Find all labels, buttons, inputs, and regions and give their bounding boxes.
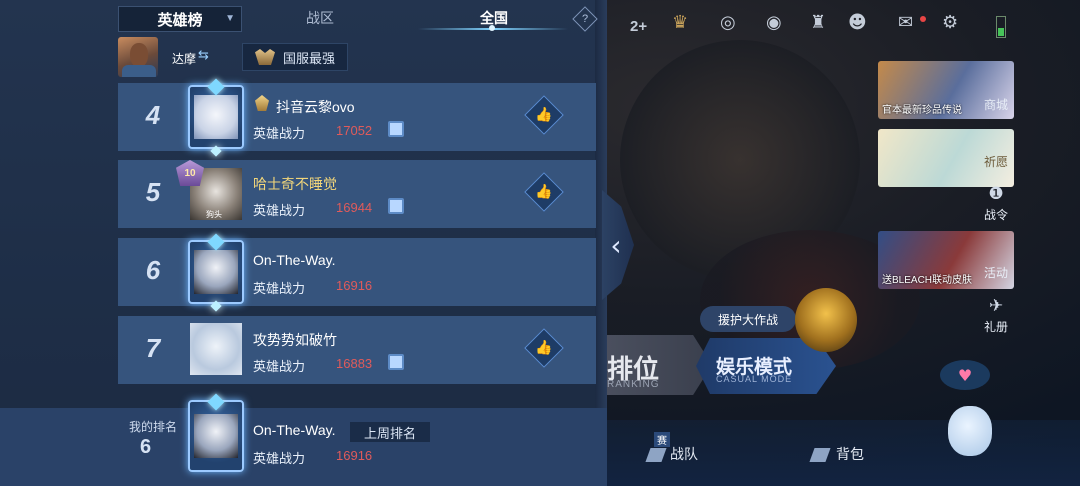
- thumbs-up-icon: 👍: [535, 340, 553, 356]
- shop-label[interactable]: 商城: [976, 96, 1016, 113]
- scope-label: 英雄榜: [157, 11, 203, 29]
- bag-button[interactable]: 背包: [809, 444, 864, 464]
- thumbs-up-icon: 👍: [535, 184, 553, 200]
- notification-count[interactable]: 2+: [630, 18, 647, 35]
- mail-icon[interactable]: ✉: [898, 12, 913, 33]
- gift-book-icon[interactable]: ✈: [984, 296, 1008, 320]
- level-badge-icon: [255, 95, 269, 111]
- power-label: 英雄战力: [253, 203, 306, 218]
- my-rank-number: 6: [140, 436, 152, 458]
- hero-avatar[interactable]: [118, 37, 158, 77]
- power-value: 16883: [336, 356, 373, 371]
- player-avatar[interactable]: [188, 233, 244, 312]
- power-label: 英雄战力: [253, 126, 306, 141]
- record-book-icon[interactable]: [388, 354, 404, 370]
- gear-icon[interactable]: ⚙: [942, 12, 958, 33]
- thumbs-up-icon: 👍: [535, 107, 553, 123]
- leaderboard-row[interactable]: 7 攻势势如破竹 英雄战力 16883 👍: [118, 316, 596, 384]
- leaderboard-tabs: 英雄榜 ▼ 战区 全国 ?: [118, 0, 606, 34]
- trophy-icon[interactable]: ♜: [810, 12, 826, 33]
- record-book-icon[interactable]: [388, 121, 404, 137]
- battery-icon: [996, 16, 1006, 38]
- team-button[interactable]: 战队: [645, 444, 698, 464]
- crown-emblem-icon: [255, 49, 275, 65]
- rank-number: 5: [145, 177, 161, 207]
- eye-icon[interactable]: ◉: [766, 12, 782, 33]
- leaderboard-row[interactable]: 5 狗头 10 哈士奇不睡觉 英雄战力 16944 👍: [118, 160, 596, 228]
- my-rank-bar: 我的排名 6 On-The-Way. 上周排名 英雄战力 16916: [0, 393, 607, 486]
- my-player-name: On-The-Way.: [253, 422, 336, 438]
- chevron-down-icon: ▼: [225, 13, 235, 24]
- player-name: 攻势势如破竹: [253, 332, 337, 348]
- avatar-caption: 狗头: [206, 210, 222, 219]
- last-week-rank-button[interactable]: 上周排名: [350, 422, 430, 442]
- rank-number: 7: [145, 333, 161, 363]
- wish-label[interactable]: 祈愿: [976, 153, 1016, 170]
- like-button[interactable]: 👍: [524, 95, 564, 135]
- power-label: 英雄战力: [253, 281, 306, 296]
- target-icon[interactable]: ◎: [720, 12, 736, 33]
- crown-icon[interactable]: ♛: [672, 12, 688, 33]
- battle-pass-label[interactable]: 战令: [976, 206, 1016, 223]
- team-label: 战队: [670, 446, 698, 462]
- mascot-avatar[interactable]: ♥: [940, 360, 1000, 462]
- bag-label: 背包: [836, 446, 864, 462]
- my-avatar[interactable]: [188, 393, 244, 472]
- like-button[interactable]: 👍: [524, 328, 564, 368]
- server-rank-label: 国服最强: [283, 50, 336, 66]
- swap-hero-icon[interactable]: ⇆: [198, 48, 209, 63]
- hero-name: 达摩: [172, 52, 197, 66]
- bag-icon: [809, 448, 831, 463]
- tab-zone[interactable]: 战区: [306, 8, 334, 28]
- heart-icon: ♥: [940, 360, 990, 390]
- ranked-mode-en: RANKING: [607, 379, 660, 390]
- mail-notification-dot: [920, 16, 926, 22]
- ranked-mode-button[interactable]: 排位 RANKING: [607, 335, 712, 395]
- player-avatar[interactable]: [188, 78, 244, 157]
- activity-caption: 送BLEACH联动皮肤: [882, 275, 973, 286]
- my-power-label: 英雄战力: [253, 451, 306, 466]
- event-tag[interactable]: 援护大作战: [700, 306, 796, 332]
- player-name: 哈士奇不睡觉: [253, 176, 337, 192]
- active-tab-dot: [489, 25, 495, 31]
- power-label: 英雄战力: [253, 359, 306, 374]
- leaderboard-row[interactable]: 6 On-The-Way. 英雄战力 16916: [118, 233, 596, 312]
- shop-caption: 官本最新珍品传说: [882, 105, 962, 116]
- gift-book-label[interactable]: 礼册: [976, 318, 1016, 335]
- power-value: 16916: [336, 278, 373, 293]
- rank-number: 6: [145, 255, 161, 285]
- chevron-left-icon: ‹: [610, 228, 622, 262]
- battle-pass-icon[interactable]: ❶: [984, 184, 1008, 208]
- power-value: 17052: [336, 123, 373, 138]
- player-name: On-The-Way.: [253, 252, 336, 268]
- friends-icon[interactable]: ☻: [848, 12, 867, 33]
- help-button[interactable]: ?: [572, 6, 598, 32]
- scope-dropdown[interactable]: 英雄榜 ▼: [118, 6, 242, 32]
- power-value: 16944: [336, 200, 373, 215]
- lobby-top-bar: 2+ ♛ ◎ ◉ ♜ ☻ ✉ ⚙: [620, 10, 1030, 44]
- record-book-icon[interactable]: [388, 198, 404, 214]
- leaderboard-row[interactable]: 4 抖音云黎ovo 英雄战力 17052 👍: [118, 78, 596, 157]
- rank-number: 4: [145, 100, 161, 130]
- player-avatar[interactable]: [190, 323, 242, 375]
- like-button[interactable]: 👍: [524, 172, 564, 212]
- my-rank-label: 我的排名: [129, 420, 178, 434]
- team-icon: [645, 448, 667, 463]
- event-character-avatar[interactable]: [795, 288, 857, 352]
- my-power-value: 16916: [336, 448, 373, 463]
- casual-mode-en: CASUAL MODE: [716, 374, 793, 384]
- rank-tier-badge: 10: [176, 160, 204, 186]
- server-rank-badge: 国服最强: [242, 43, 348, 71]
- player-name: 抖音云黎ovo: [276, 99, 355, 115]
- question-icon: ?: [581, 13, 589, 25]
- activity-label[interactable]: 活动: [976, 264, 1016, 281]
